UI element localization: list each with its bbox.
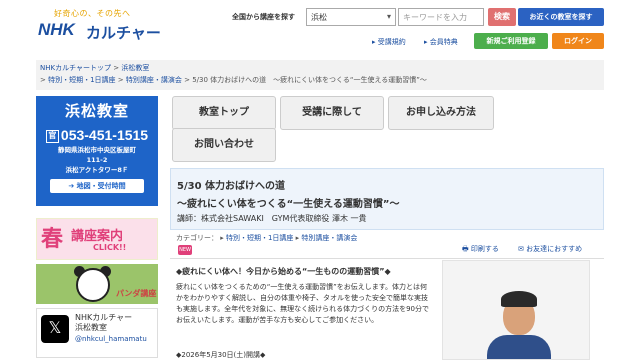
breadcrumb-current: 5/30 体力おばけへの道 ～疲れにくい体をつくる“一生使える運動習慣”～ [192,76,427,84]
keyword-input[interactable]: キーワードを入力 [398,8,484,26]
banner-click-text: CLICK!! [93,243,127,252]
event-title-line1: 5/30 体力おばけへの道 [177,181,286,192]
category-label: カテゴリー： [176,234,218,242]
phone-number: 053-451-1515 [60,127,149,143]
area-select-value: 浜松 [311,13,327,22]
nearby-classroom-button[interactable]: お近くの教室を探す [518,8,604,26]
member-benefits-link[interactable]: ▸ 会員特典 [424,38,466,46]
address-line: 静岡県浜松市中央区板屋町 [58,146,136,154]
instructor-photo [442,260,590,360]
mail-icon: ✉ [518,245,524,253]
print-link[interactable]: 🖶 印刷する [462,244,499,256]
banner-spring-text: 講座案内 [71,229,124,244]
address-line: 浜松アクトタワー8Ｆ [65,166,129,174]
first-use-button[interactable]: 新規ご利用登録 [474,33,548,49]
event-lead: ◆疲れにくい体へ！今日から始める“一生ものの運動習慣”◆ [176,267,391,276]
event-title-line2: ～疲れにくい体をつくる“一生使える運動習慣”～ [177,199,400,210]
new-badge: NEW [178,245,192,255]
recommend-friend-link[interactable]: ✉ お友達におすすめ [518,244,582,254]
tab-attendance[interactable]: 受講に際して [280,96,384,130]
tab-how-to-apply[interactable]: お申し込み方法 [388,96,494,130]
area-select[interactable]: 浜松 ▾ [306,8,396,26]
category-link[interactable]: 特別講座・講演会 [301,234,357,242]
event-instructor: 講師：株式会社SAWAKI GYM代表取締役 澤木 一貴 [177,214,367,223]
banner-spring-big: 春 [41,227,64,252]
sub-links: ▸ 受講規約 ▸ 会員特典 [372,37,474,47]
x-logo-icon: 𝕏 [41,315,69,343]
logo-nhk-text: NHK [38,20,75,39]
printer-icon: 🖶 [462,245,469,253]
breadcrumb-special-short[interactable]: 特別・短期・1日講座 [48,76,115,84]
event-description: 疲れにくい体をつくるための“一生使える運動習慣”をお伝えします。体力とは何かをわ… [176,283,429,324]
logo-culture-text: カルチャー [86,24,161,42]
classroom-title: 浜松教室 [64,102,129,120]
event-category: カテゴリー： ▸ 特別・短期・1日講座 ▸ 特別講座・講演会 [176,234,358,242]
map-hours-button[interactable]: ➔ 地図・受付時間 [50,179,144,193]
terms-link[interactable]: ▸ 受講規約 [372,38,414,46]
chevron-down-icon: ▾ [386,12,391,21]
tab-classroom-top[interactable]: 教室トップ [172,96,276,130]
site-header: 好奇心の、その先へ NHK カルチャー 全国から講座を探す 浜松 ▾ キーワード… [0,0,640,58]
telephone-icon: 官 [45,129,59,143]
panda-icon [76,268,110,302]
divider [170,258,604,259]
search-button[interactable]: 検索 [488,8,516,26]
event-date-note: ◆2026年5月30日(土)開講◆ [176,351,266,359]
nhk-culture-logo[interactable]: 好奇心の、その先へ NHK カルチャー [38,8,178,48]
event-header: 5/30 体力おばけへの道 ～疲れにくい体をつくる“一生使える運動習慣”～ 講師… [170,168,604,230]
breadcrumb-classroom[interactable]: 浜松教室 [121,64,149,72]
x-handle[interactable]: @nhkcul_hamamatu [75,335,147,343]
x-account-name: NHKカルチャー 浜松教室 [75,313,133,332]
breadcrumb-special-lecture[interactable]: 特別講座・講演会 [126,76,182,84]
category-link[interactable]: 特別・短期・1日講座 [226,234,293,242]
panda-course-banner[interactable]: パンダ講座 [36,264,158,304]
banner-panda-label: パンダ講座 [116,289,157,298]
x-account-card[interactable]: 𝕏 NHKカルチャー 浜松教室 @nhkcul_hamamatu [36,308,158,358]
logo-tagline: 好奇心の、その先へ [54,9,131,18]
login-button[interactable]: ログイン [552,33,604,49]
classroom-phone[interactable]: 官 053-451-1515 [36,127,158,143]
classroom-info-card: 浜松教室 官 053-451-1515 静岡県浜松市中央区板屋町 111-2 浜松… [36,96,158,206]
search-label: 全国から講座を探す [232,13,295,21]
address-line: 111-2 [86,156,108,164]
spring-course-banner[interactable]: 春 講座案内 CLICK!! [36,218,158,260]
classroom-address: 静岡県浜松市中央区板屋町 111-2 浜松アクトタワー8Ｆ [36,145,158,175]
arrow-right-icon: ➔ [68,182,75,190]
breadcrumb: NHKカルチャートップ > 浜松教室 > 特別・短期・1日講座 > 特別講座・講… [36,60,604,90]
tab-contact[interactable]: お問い合わせ [172,128,276,162]
breadcrumb-top[interactable]: NHKカルチャートップ [40,64,111,72]
